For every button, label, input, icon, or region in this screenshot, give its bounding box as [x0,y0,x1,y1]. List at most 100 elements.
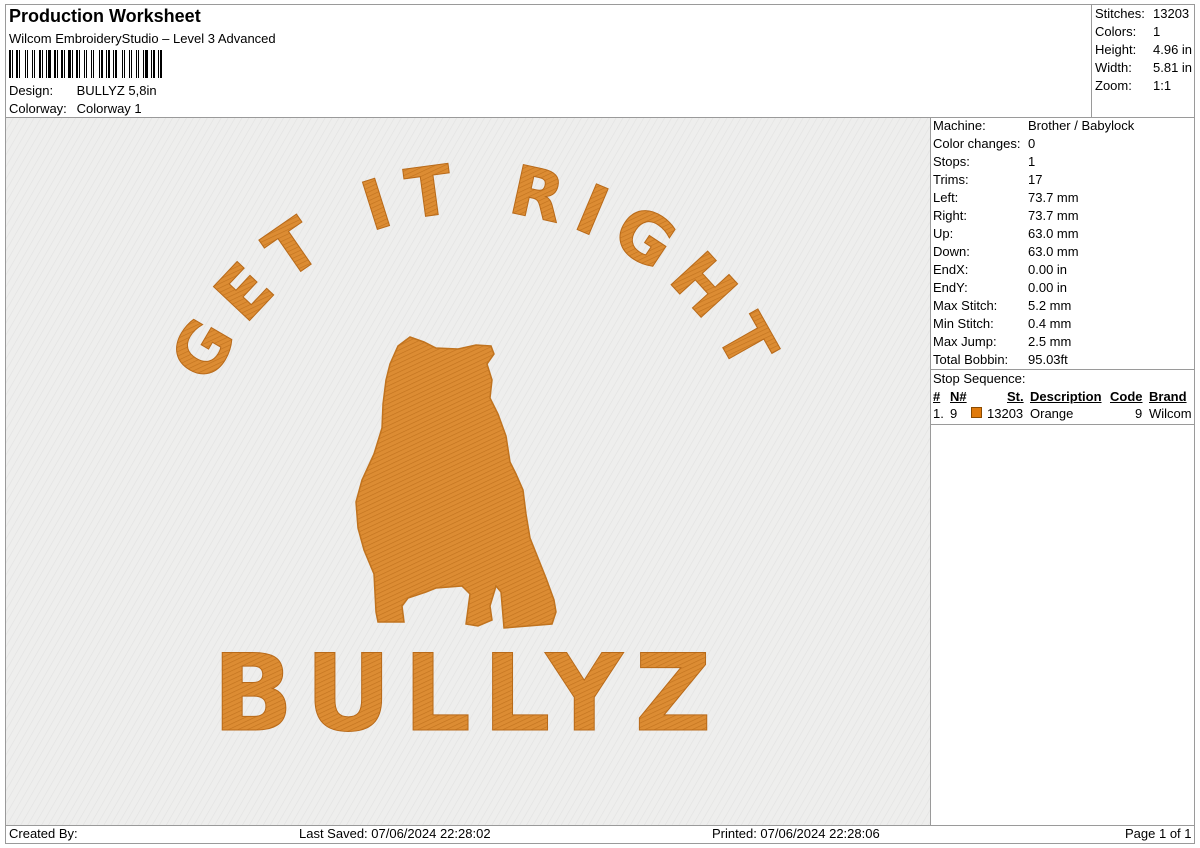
property-row: EndY: 0.00 in [933,279,1134,297]
design-barcode [9,50,204,78]
property-row: Down: 63.0 mm [933,243,1134,261]
property-row: Left: 73.7 mm [933,189,1134,207]
colorway-value: Colorway 1 [76,101,142,116]
property-label: Trims: [933,172,969,187]
barcode-bar [36,50,38,78]
property-row: Stops: 1 [933,153,1134,171]
last-saved: Last Saved: 07/06/2024 22:28:02 [299,826,491,841]
barcode-bar [95,50,98,78]
barcode-bar [143,50,144,78]
printed-date: Printed: 07/06/2024 22:28:06 [712,826,880,841]
col-n: N# [950,389,967,404]
col-brand: Brand [1149,389,1187,404]
barcode-bar [46,50,47,78]
stat-label: Width: [1095,60,1132,75]
barcode-bar [57,50,58,78]
stat-label: Zoom: [1095,78,1132,93]
bottom-text: BULLYZ [212,632,723,755]
property-label: Min Stitch: [933,316,994,331]
stats-panel: Stitches: 13203 Colors: 1 Height: 4.96 in W… [1095,5,1192,95]
barcode-bar [14,50,15,78]
barcode-bar [118,50,121,78]
barcode-bar [158,50,159,78]
barcode-bar [122,50,123,78]
barcode-bar [140,50,142,78]
stat-row-height: Height: 4.96 in [1095,41,1192,59]
stop-rule [930,424,1195,425]
stat-row-zoom: Zoom: 1:1 [1095,77,1192,95]
stat-value: 1:1 [1153,78,1172,93]
stop-code: 9 [1135,406,1143,421]
property-value: 73.7 mm [1028,208,1079,223]
barcode-bar [136,50,137,78]
barcode-bar [32,50,33,78]
page-title: Production Worksheet [9,6,201,26]
property-row: Trims: 17 [933,171,1134,189]
property-value: Brother / Babylock [1028,118,1135,133]
footer-rule [5,825,1195,826]
barcode-bar [153,50,155,78]
property-row: Right: 73.7 mm [933,207,1134,225]
barcode-bar [108,50,110,78]
barcode-bar [48,50,51,78]
barcode-bar [12,50,13,78]
property-row: Color changes: 0 [933,135,1134,153]
barcode-bar [21,50,24,78]
barcode-bar [124,50,125,78]
props-rule [930,369,1195,370]
barcode-bar [61,50,63,78]
barcode-bar [113,50,114,78]
stat-value: 13203 [1153,6,1190,21]
property-value: 0.00 in [1028,262,1068,277]
property-value: 17 [1028,172,1043,187]
design-preview: GET IT RIGHT BULLYZ [6,118,930,826]
color-swatch [971,407,982,418]
stat-value: 5.81 in [1153,60,1193,75]
property-row: Total Bobbin: 95.03ft [933,351,1134,369]
colorway-label: Colorway: [9,101,67,116]
stat-value: 4.96 in [1153,42,1193,57]
stop-brand: Wilcom [1149,406,1192,421]
col-code: Code [1110,389,1143,404]
barcode-bar [74,50,75,78]
property-value: 0.4 mm [1028,316,1072,331]
barcode-bar [39,50,41,78]
barcode-bar [160,50,162,78]
barcode-bar [72,50,73,78]
barcode-bar [54,50,56,78]
barcode-bar [145,50,148,78]
col-num: # [933,389,941,404]
barcode-bar [81,50,83,78]
created-by: Created By: [9,826,78,841]
property-label: EndY: [933,280,968,295]
barcode-bar [126,50,128,78]
barcode-bar [106,50,107,78]
barcode-bar [99,50,100,78]
property-row: Machine: Brother / Babylock [933,117,1134,135]
property-row: EndX: 0.00 in [933,261,1134,279]
property-value: 95.03ft [1028,352,1068,367]
barcode-bar [93,50,94,78]
property-value: 0 [1028,136,1036,151]
property-row: Max Jump: 2.5 mm [933,333,1134,351]
barcode-bar [149,50,150,78]
barcode-bar [88,50,90,78]
property-label: Total Bobbin: [933,352,1009,367]
design-label: Design: [9,83,54,98]
barcode-bar [27,50,28,78]
barcode-bar [156,50,157,78]
design-value: BULLYZ 5,8in [76,83,157,98]
design-preview-svg: GET IT RIGHT BULLYZ [6,118,930,826]
property-value: 5.2 mm [1028,298,1072,313]
machine-properties: Machine: Brother / Babylock Color changes:… [933,117,1134,369]
property-value: 2.5 mm [1028,334,1072,349]
header-divider [1091,4,1092,117]
barcode-bar [86,50,87,78]
property-label: EndX: [933,262,969,277]
stat-row-colors: Colors: 1 [1095,23,1192,41]
barcode-bar [133,50,135,78]
property-label: Left: [933,190,959,205]
col-st: St. [1007,389,1024,404]
stop-stitches: 13203 [987,406,1024,421]
stat-row-stitches: Stitches: 13203 [1095,5,1192,23]
